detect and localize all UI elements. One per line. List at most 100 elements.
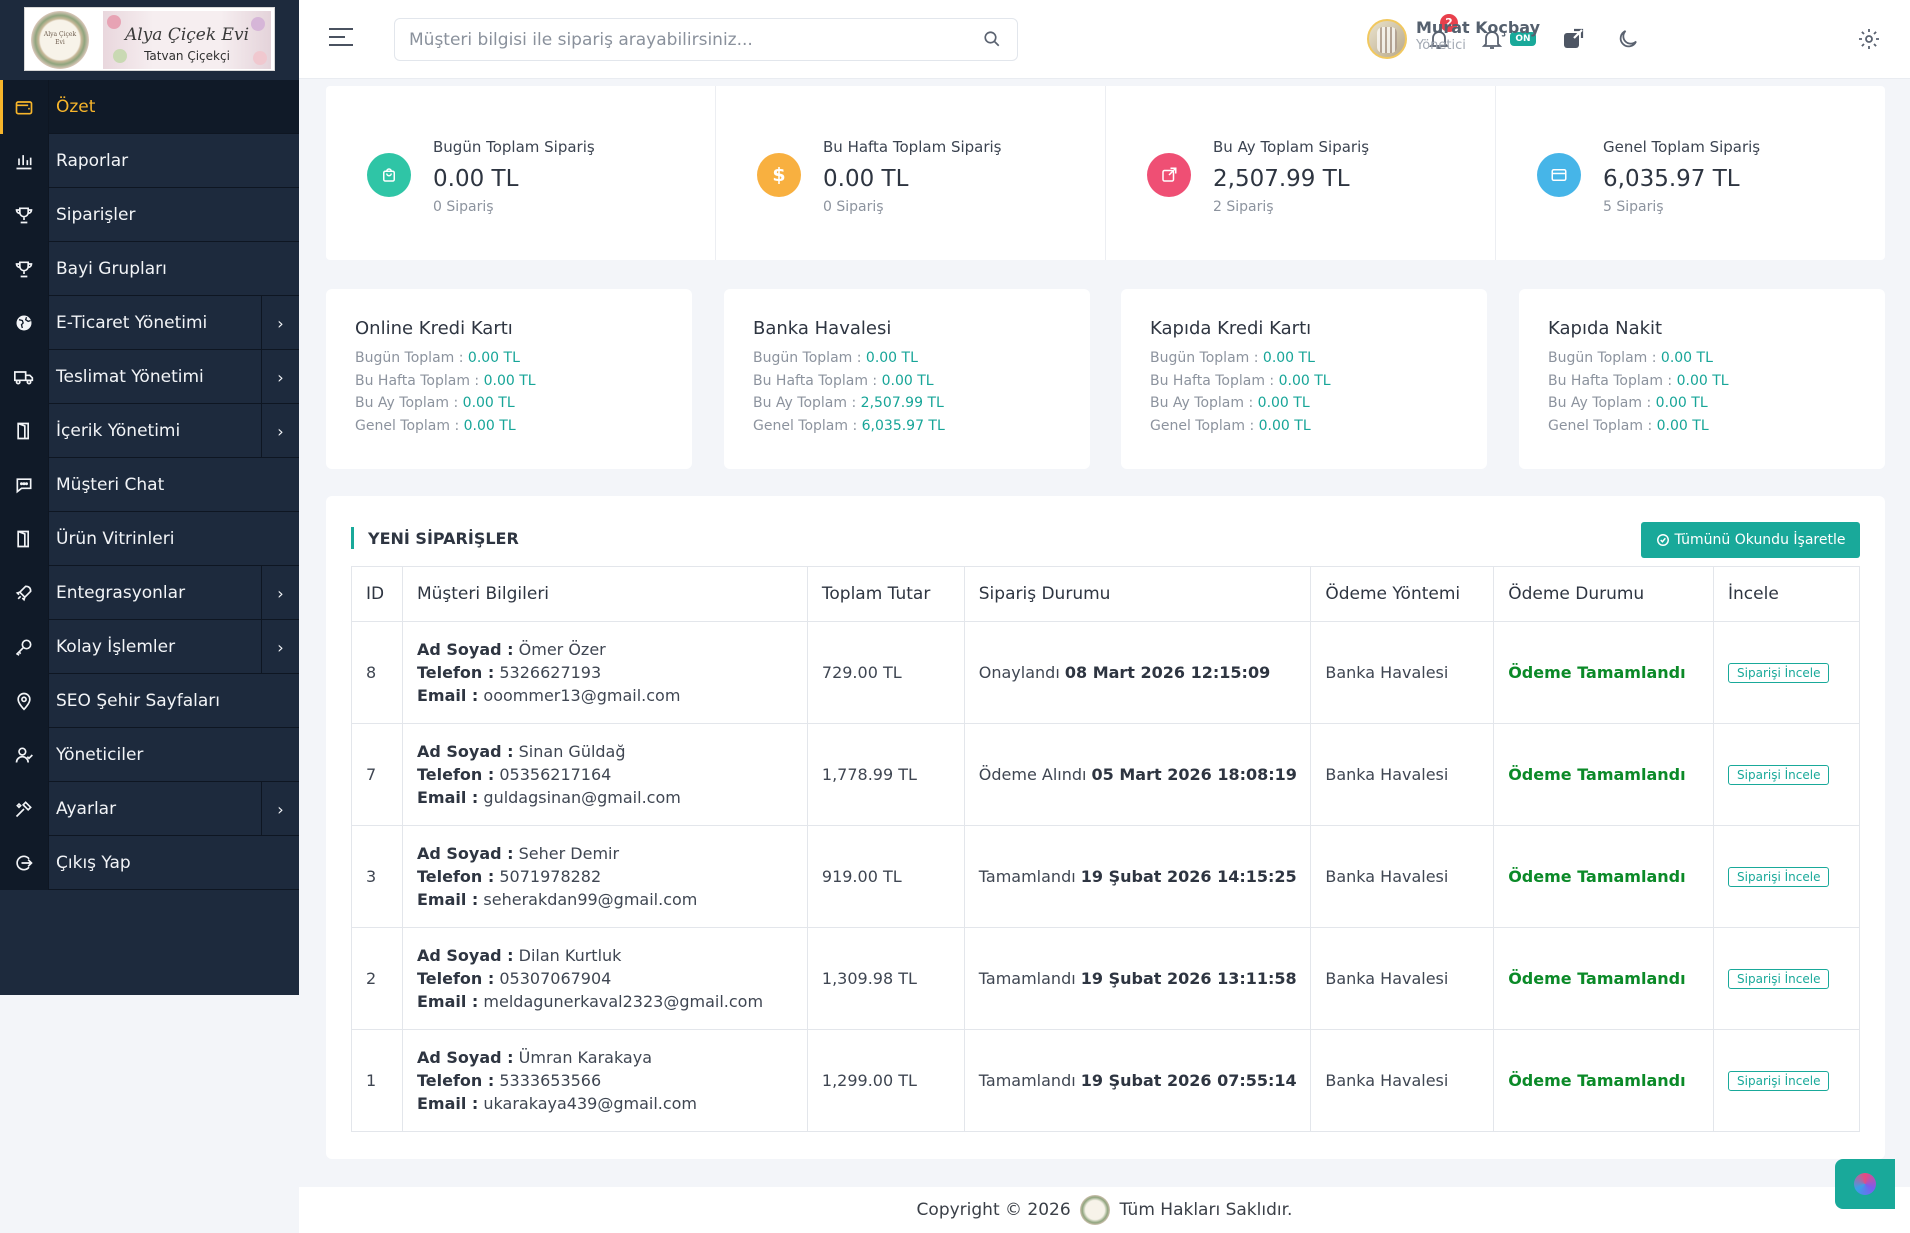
stat-count: 5 Sipariş (1603, 199, 1664, 215)
customer-info: Ad Soyad : Seher Demir Telefon : 50719782… (401, 825, 808, 928)
payment-total-value: 2,507.99 TL (860, 395, 944, 411)
column-header[interactable]: Müşteri Bilgileri (401, 566, 808, 622)
sidebar-item-bayi-gruplar-[interactable]: Bayi Grupları (0, 241, 299, 296)
chevron-right-icon[interactable]: › (261, 566, 299, 620)
new-orders-title: YENİ SİPARİŞLER (351, 527, 519, 549)
sidebar-item-y-neticiler[interactable]: Yöneticiler (0, 727, 299, 782)
payment-total-row: Bugün Toplam : 0.00 TL (355, 350, 520, 366)
sidebar-item-seo-ehir-sayfalar-[interactable]: SEO Şehir Sayfaları (0, 673, 299, 728)
external-window-icon[interactable] (1561, 27, 1585, 51)
footer-logo-icon (1080, 1195, 1111, 1225)
payment-total-row: Bu Ay Toplam : 0.00 TL (1548, 395, 1708, 411)
chevron-right-icon[interactable]: › (261, 782, 299, 836)
table-row[interactable]: 7 Ad Soyad : Sinan Güldağ Telefon : 053562… (351, 723, 1860, 826)
inspect-order-button[interactable]: Siparişi İncele (1728, 765, 1830, 785)
logo-banner: Alya Çiçek Evi Tatvan Çiçekçi (103, 11, 271, 69)
column-header[interactable]: Ödeme Durumu (1493, 566, 1715, 622)
payment-total-row: Bu Hafta Toplam : 0.00 TL (753, 373, 934, 389)
mark-all-read-button[interactable]: Tümünü Okundu İşaretle (1641, 522, 1860, 558)
inspect-cell: Siparişi İncele (1713, 1029, 1860, 1132)
payment-total-label: Genel Toplam : (355, 417, 460, 434)
payment-status: Ödeme Tamamlandı (1493, 825, 1715, 928)
avatar[interactable] (1367, 19, 1407, 59)
credit-card-icon (1537, 153, 1581, 197)
order-status-text: Tamamlandı (978, 969, 1076, 988)
new-orders-panel: YENİ SİPARİŞLER Tümünü Okundu İşaretle I… (326, 496, 1885, 1159)
table-row[interactable]: 3 Ad Soyad : Seher Demir Telefon : 5071978… (351, 825, 1860, 928)
globe-icon (0, 295, 49, 350)
sidebar-item-label: Müşteri Chat (56, 474, 165, 495)
order-status: Tamamlandı 19 Şubat 2026 07:55:14 (963, 1029, 1312, 1132)
sidebar-item-i-erik-y-netimi[interactable]: İçerik Yönetimi › (0, 403, 299, 458)
customer-email: ukarakaya439@gmail.com (483, 1094, 698, 1113)
stat-count: 2 Sipariş (1213, 199, 1274, 215)
sidebar-item-label: İçerik Yönetimi (56, 420, 181, 441)
inspect-order-button[interactable]: Siparişi İncele (1728, 663, 1830, 683)
table-row[interactable]: 2 Ad Soyad : Dilan Kurtluk Telefon : 05307… (351, 927, 1860, 1030)
sidebar-item-teslimat-y-netimi[interactable]: Teslimat Yönetimi › (0, 349, 299, 404)
sidebar-item-m-teri-chat[interactable]: Müşteri Chat (0, 457, 299, 512)
payment-total-label: Bu Ay Toplam : (1548, 395, 1652, 411)
payment-total-label: Bugün Toplam : (1548, 350, 1657, 366)
stat-card: $ Bu Hafta Toplam Sipariş 0.00 TL 0 Sipariş (716, 86, 1106, 260)
column-header[interactable]: Toplam Tutar (806, 566, 965, 622)
payment-method: Banka Havalesi (1310, 927, 1495, 1030)
payment-total-label: Bugün Toplam : (355, 350, 464, 366)
payment-card-title: Kapıda Nakit (1548, 318, 1663, 339)
stat-value: 6,035.97 TL (1603, 166, 1740, 192)
stat-card: Genel Toplam Sipariş 6,035.97 TL 5 Sipariş (1496, 86, 1885, 260)
sidebar-item-label: Teslimat Yönetimi (56, 366, 204, 387)
dollar-icon: $ (757, 153, 801, 197)
order-id: 1 (351, 1029, 403, 1132)
chevron-right-icon[interactable]: › (261, 296, 299, 350)
payment-total-value: 0.00 TL (1258, 417, 1311, 434)
inspect-order-button[interactable]: Siparişi İncele (1728, 867, 1830, 887)
logout-icon (0, 835, 49, 890)
chevron-right-icon[interactable]: › (261, 620, 299, 674)
order-date: 19 Şubat 2026 07:55:14 (1080, 1071, 1297, 1090)
menu-toggle-icon[interactable] (329, 28, 353, 48)
brand-subtitle: Tatvan Çiçekçi (144, 49, 230, 63)
payment-total-value: 0.00 TL (467, 350, 520, 366)
chevron-right-icon[interactable]: › (261, 350, 299, 404)
sidebar-item-ayarlar[interactable]: Ayarlar › (0, 781, 299, 836)
sidebar-item-label: Ayarlar (56, 798, 117, 819)
sidebar-item-raporlar[interactable]: Raporlar (0, 133, 299, 188)
table-row[interactable]: 8 Ad Soyad : Ömer Özer Telefon : 532662719… (351, 621, 1860, 724)
search-icon[interactable] (983, 30, 1001, 48)
order-status: Onaylandı 08 Mart 2026 12:15:09 (963, 621, 1312, 724)
column-header[interactable]: Ödeme Yöntemi (1310, 566, 1495, 622)
brand-logo[interactable]: Alya Çiçek Evi Alya Çiçek Evi Tatvan Çiç… (24, 7, 275, 71)
sidebar-item--zet[interactable]: Özet (0, 79, 299, 134)
column-header[interactable]: ID (351, 566, 403, 622)
sidebar-item--k-yap[interactable]: Çıkış Yap (0, 835, 299, 890)
ai-assistant-button[interactable] (1835, 1159, 1895, 1209)
payment-total-row: Genel Toplam : 6,035.97 TL (753, 418, 945, 434)
customer-info: Ad Soyad : Ümran Karakaya Telefon : 53336… (401, 1029, 808, 1132)
table-row[interactable]: 1 Ad Soyad : Ümran Karakaya Telefon : 5333… (351, 1029, 1860, 1132)
order-total: 1,309.98 TL (806, 927, 965, 1030)
sidebar-item-e-ticaret-y-netimi[interactable]: E-Ticaret Yönetimi › (0, 295, 299, 350)
sidebar-item-entegrasyonlar[interactable]: Entegrasyonlar › (0, 565, 299, 620)
search-input[interactable] (409, 19, 969, 60)
dark-mode-moon-icon[interactable] (1616, 27, 1640, 51)
search-box (394, 18, 1018, 61)
inspect-order-button[interactable]: Siparişi İncele (1728, 1071, 1830, 1091)
order-id: 2 (351, 927, 403, 1030)
order-status: Tamamlandı 19 Şubat 2026 14:15:25 (963, 825, 1312, 928)
column-header[interactable]: İncele (1713, 566, 1860, 622)
sidebar-item-sipari-ler[interactable]: Siparişler (0, 187, 299, 242)
user-name[interactable]: Murat Koçbay (1416, 18, 1540, 37)
payment-status: Ödeme Tamamlandı (1493, 1029, 1715, 1132)
payment-total-value: 0.00 TL (483, 372, 536, 389)
name-label: Ad Soyad : (416, 946, 514, 965)
sidebar-item-kolay-i-lemler[interactable]: Kolay İşlemler › (0, 619, 299, 674)
name-label: Ad Soyad : (416, 742, 514, 761)
gear-icon[interactable] (1857, 27, 1881, 51)
sidebar-item--r-n-vitrinleri[interactable]: Ürün Vitrinleri (0, 511, 299, 566)
order-status-text: Tamamlandı (978, 1071, 1076, 1090)
column-header[interactable]: Sipariş Durumu (963, 566, 1312, 622)
order-status-text: Onaylandı (978, 663, 1060, 682)
chevron-right-icon[interactable]: › (261, 404, 299, 458)
inspect-order-button[interactable]: Siparişi İncele (1728, 969, 1830, 989)
